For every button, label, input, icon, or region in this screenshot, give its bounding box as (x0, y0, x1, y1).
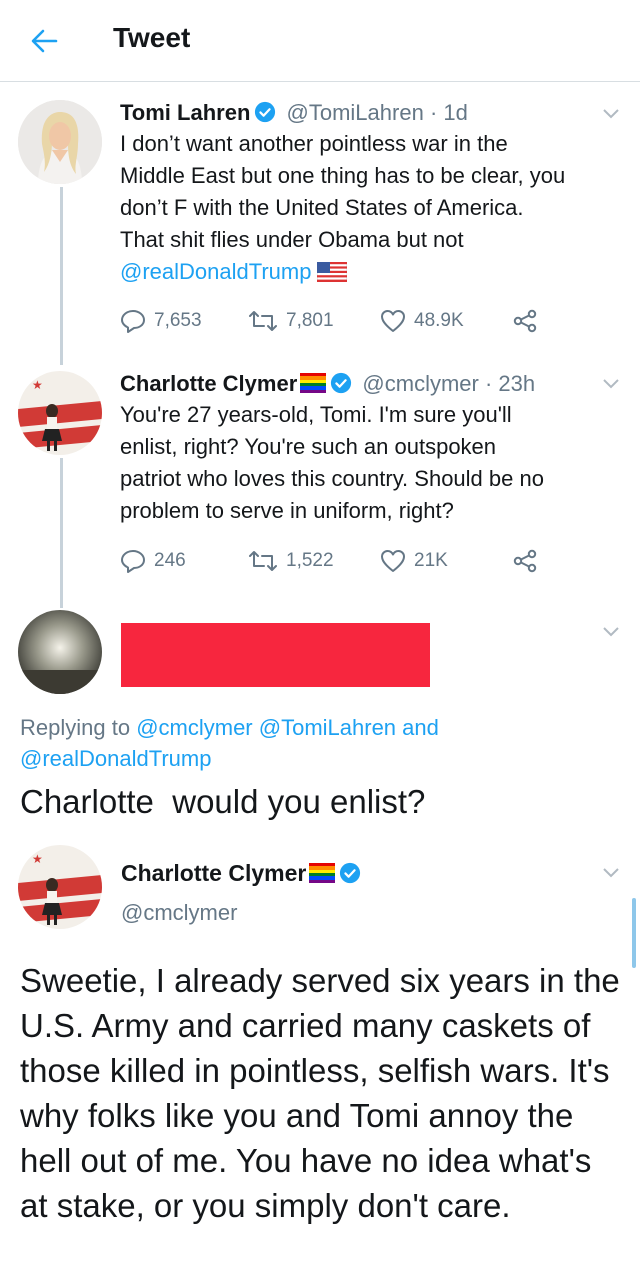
author-name[interactable]: Charlotte Clymer (120, 371, 297, 396)
svg-text:★: ★ (32, 378, 43, 392)
retweet-count: 1,522 (286, 550, 334, 571)
top-bar: Tweet (0, 0, 640, 82)
reply-count: 7,653 (154, 310, 202, 331)
avatar[interactable] (18, 100, 102, 184)
replying-prefix: Replying to (20, 715, 131, 740)
share-icon (513, 309, 537, 333)
tweet-text: You're 27 years-old, Tomi. I'm sure you'… (120, 399, 625, 527)
reply-text: Charlotte would you enlist? (20, 783, 426, 820)
chevron-down-icon[interactable] (602, 626, 620, 638)
tweet-line: patriot who loves this country. Should b… (120, 466, 544, 491)
share-button[interactable] (512, 546, 538, 576)
replying-to: Replying to @cmclymer @TomiLahren and @r… (20, 712, 620, 774)
back-arrow-icon (31, 29, 58, 53)
tweet-timestamp: · 1d (429, 100, 468, 125)
tweet-line: problem to serve in uniform, right? (120, 498, 454, 523)
tweet-line: @realDonaldTrump (120, 256, 625, 288)
avatar[interactable] (18, 610, 102, 694)
replying-mentions[interactable]: @cmclymer @TomiLahren (136, 715, 396, 740)
author-handle[interactable]: @cmclymer (121, 900, 237, 926)
rainbow-flag-icon (309, 863, 336, 883)
tweet-line: enlist, right? You're such an outspoken (120, 434, 497, 459)
tweet-actions: 246 1,522 21K (120, 546, 540, 576)
avatar[interactable]: ★ (18, 371, 102, 455)
retweet-icon (249, 551, 277, 571)
author-handle[interactable]: @TomiLahren (287, 100, 424, 125)
retweet-count: 7,801 (286, 310, 334, 331)
tweet-line: Middle East but one thing has to be clea… (120, 163, 566, 188)
tweet-line: don’t F with the United States of Americ… (120, 195, 524, 220)
page-title: Tweet (113, 22, 191, 53)
avatar[interactable]: ★ (18, 845, 102, 929)
scrollbar[interactable] (632, 898, 636, 968)
tweet-text: I don’t want another pointless war in th… (120, 128, 625, 288)
verified-badge-icon (255, 101, 276, 123)
tweet-header: Tomi Lahren @TomiLahren · 1d (120, 100, 468, 126)
verified-badge-icon (340, 862, 361, 884)
tweet-header: Charlotte Clymer @cmclymer · 23h (120, 371, 535, 397)
mention-link[interactable]: @realDonaldTrump (120, 259, 311, 284)
author-handle[interactable]: @cmclymer (362, 371, 478, 396)
verified-badge-icon (331, 372, 352, 394)
thread-connector (60, 187, 63, 365)
chevron-down-icon[interactable] (602, 378, 620, 390)
redacted-username (121, 623, 430, 687)
tweet-line: You're 27 years-old, Tomi. I'm sure you'… (120, 402, 512, 427)
tweet-actions: 7,653 7,801 48.9K (120, 306, 540, 336)
like-count: 21K (414, 550, 448, 571)
share-icon (513, 549, 537, 573)
reply-count: 246 (154, 550, 186, 571)
chevron-down-icon[interactable] (602, 867, 620, 879)
tweet-line: I don’t want another pointless war in th… (120, 131, 508, 156)
tweet-line: That shit flies under Obama but not (120, 227, 464, 252)
reply-button[interactable]: 7,653 (120, 306, 202, 336)
like-icon (381, 310, 405, 332)
main-tweet-text: Sweetie, I already served six years in t… (20, 962, 620, 1224)
retweet-button[interactable]: 7,801 (248, 306, 334, 336)
rainbow-flag-icon (300, 373, 327, 393)
replying-and[interactable]: and (402, 715, 439, 740)
like-icon (381, 550, 405, 572)
retweet-button[interactable]: 1,522 (248, 546, 334, 576)
reply-icon (121, 550, 145, 573)
share-button[interactable] (512, 306, 538, 336)
tweet-timestamp: · 23h (484, 371, 536, 396)
chevron-down-icon[interactable] (602, 108, 620, 120)
like-button[interactable]: 48.9K (380, 306, 464, 336)
replying-mention[interactable]: @realDonaldTrump (20, 746, 211, 771)
back-button[interactable] (22, 22, 66, 60)
reply-icon (121, 310, 145, 333)
like-count: 48.9K (414, 310, 464, 331)
author-name[interactable]: Charlotte Clymer (121, 860, 306, 886)
us-flag-icon (317, 262, 348, 282)
svg-text:★: ★ (32, 852, 43, 866)
reply-button[interactable]: 246 (120, 546, 186, 576)
like-button[interactable]: 21K (380, 546, 448, 576)
thread-connector (60, 458, 63, 608)
retweet-icon (249, 311, 277, 331)
author-name[interactable]: Tomi Lahren (120, 100, 250, 125)
main-tweet-header: Charlotte Clymer (121, 860, 361, 887)
